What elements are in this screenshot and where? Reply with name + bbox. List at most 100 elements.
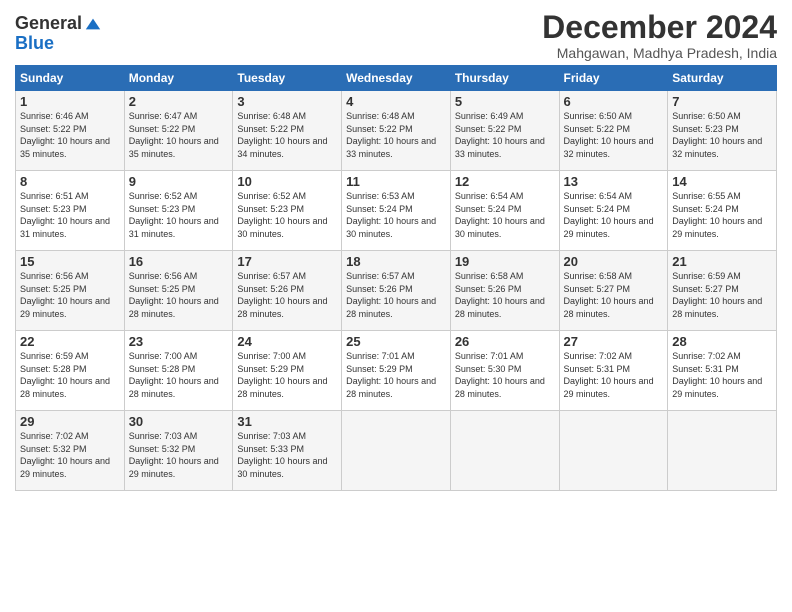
calendar-week-2: 8Sunrise: 6:51 AMSunset: 5:23 PMDaylight… <box>16 171 777 251</box>
day-info: Sunrise: 6:48 AMSunset: 5:22 PMDaylight:… <box>237 110 337 160</box>
day-info: Sunrise: 7:03 AMSunset: 5:32 PMDaylight:… <box>129 430 229 480</box>
day-info: Sunrise: 6:51 AMSunset: 5:23 PMDaylight:… <box>20 190 120 240</box>
table-row: 14Sunrise: 6:55 AMSunset: 5:24 PMDayligh… <box>668 171 777 251</box>
day-info: Sunrise: 7:01 AMSunset: 5:29 PMDaylight:… <box>346 350 446 400</box>
day-info: Sunrise: 6:56 AMSunset: 5:25 PMDaylight:… <box>129 270 229 320</box>
day-info: Sunrise: 7:02 AMSunset: 5:31 PMDaylight:… <box>564 350 664 400</box>
table-row: 3Sunrise: 6:48 AMSunset: 5:22 PMDaylight… <box>233 91 342 171</box>
table-row: 16Sunrise: 6:56 AMSunset: 5:25 PMDayligh… <box>124 251 233 331</box>
day-number: 30 <box>129 414 229 429</box>
col-wednesday: Wednesday <box>342 66 451 91</box>
day-number: 18 <box>346 254 446 269</box>
table-row: 23Sunrise: 7:00 AMSunset: 5:28 PMDayligh… <box>124 331 233 411</box>
table-row <box>559 411 668 491</box>
day-info: Sunrise: 7:02 AMSunset: 5:32 PMDaylight:… <box>20 430 120 480</box>
day-number: 8 <box>20 174 120 189</box>
day-info: Sunrise: 6:49 AMSunset: 5:22 PMDaylight:… <box>455 110 555 160</box>
table-row: 4Sunrise: 6:48 AMSunset: 5:22 PMDaylight… <box>342 91 451 171</box>
day-number: 3 <box>237 94 337 109</box>
table-row: 5Sunrise: 6:49 AMSunset: 5:22 PMDaylight… <box>450 91 559 171</box>
day-info: Sunrise: 6:58 AMSunset: 5:26 PMDaylight:… <box>455 270 555 320</box>
day-info: Sunrise: 6:52 AMSunset: 5:23 PMDaylight:… <box>237 190 337 240</box>
day-number: 11 <box>346 174 446 189</box>
day-info: Sunrise: 6:46 AMSunset: 5:22 PMDaylight:… <box>20 110 120 160</box>
table-row: 2Sunrise: 6:47 AMSunset: 5:22 PMDaylight… <box>124 91 233 171</box>
table-row: 30Sunrise: 7:03 AMSunset: 5:32 PMDayligh… <box>124 411 233 491</box>
table-row: 12Sunrise: 6:54 AMSunset: 5:24 PMDayligh… <box>450 171 559 251</box>
day-number: 13 <box>564 174 664 189</box>
table-row: 18Sunrise: 6:57 AMSunset: 5:26 PMDayligh… <box>342 251 451 331</box>
day-info: Sunrise: 7:00 AMSunset: 5:28 PMDaylight:… <box>129 350 229 400</box>
table-row <box>668 411 777 491</box>
month-title: December 2024 <box>542 10 777 45</box>
table-row: 27Sunrise: 7:02 AMSunset: 5:31 PMDayligh… <box>559 331 668 411</box>
table-row: 10Sunrise: 6:52 AMSunset: 5:23 PMDayligh… <box>233 171 342 251</box>
table-row: 9Sunrise: 6:52 AMSunset: 5:23 PMDaylight… <box>124 171 233 251</box>
day-number: 12 <box>455 174 555 189</box>
day-number: 21 <box>672 254 772 269</box>
table-row <box>342 411 451 491</box>
day-number: 17 <box>237 254 337 269</box>
table-row: 15Sunrise: 6:56 AMSunset: 5:25 PMDayligh… <box>16 251 125 331</box>
day-number: 4 <box>346 94 446 109</box>
day-info: Sunrise: 6:54 AMSunset: 5:24 PMDaylight:… <box>455 190 555 240</box>
day-info: Sunrise: 7:02 AMSunset: 5:31 PMDaylight:… <box>672 350 772 400</box>
day-number: 10 <box>237 174 337 189</box>
day-info: Sunrise: 6:47 AMSunset: 5:22 PMDaylight:… <box>129 110 229 160</box>
day-number: 24 <box>237 334 337 349</box>
table-row: 21Sunrise: 6:59 AMSunset: 5:27 PMDayligh… <box>668 251 777 331</box>
day-info: Sunrise: 7:03 AMSunset: 5:33 PMDaylight:… <box>237 430 337 480</box>
day-info: Sunrise: 6:55 AMSunset: 5:24 PMDaylight:… <box>672 190 772 240</box>
day-number: 20 <box>564 254 664 269</box>
logo-text-line2: Blue <box>15 33 54 53</box>
day-info: Sunrise: 6:54 AMSunset: 5:24 PMDaylight:… <box>564 190 664 240</box>
table-row: 8Sunrise: 6:51 AMSunset: 5:23 PMDaylight… <box>16 171 125 251</box>
day-info: Sunrise: 6:57 AMSunset: 5:26 PMDaylight:… <box>346 270 446 320</box>
day-number: 25 <box>346 334 446 349</box>
table-row: 13Sunrise: 6:54 AMSunset: 5:24 PMDayligh… <box>559 171 668 251</box>
table-row: 28Sunrise: 7:02 AMSunset: 5:31 PMDayligh… <box>668 331 777 411</box>
day-info: Sunrise: 6:50 AMSunset: 5:23 PMDaylight:… <box>672 110 772 160</box>
logo: General Blue <box>15 14 102 54</box>
col-friday: Friday <box>559 66 668 91</box>
table-row: 25Sunrise: 7:01 AMSunset: 5:29 PMDayligh… <box>342 331 451 411</box>
table-row: 20Sunrise: 6:58 AMSunset: 5:27 PMDayligh… <box>559 251 668 331</box>
day-number: 9 <box>129 174 229 189</box>
day-info: Sunrise: 6:57 AMSunset: 5:26 PMDaylight:… <box>237 270 337 320</box>
day-info: Sunrise: 6:52 AMSunset: 5:23 PMDaylight:… <box>129 190 229 240</box>
day-number: 7 <box>672 94 772 109</box>
table-row: 19Sunrise: 6:58 AMSunset: 5:26 PMDayligh… <box>450 251 559 331</box>
col-saturday: Saturday <box>668 66 777 91</box>
table-row: 22Sunrise: 6:59 AMSunset: 5:28 PMDayligh… <box>16 331 125 411</box>
table-row: 31Sunrise: 7:03 AMSunset: 5:33 PMDayligh… <box>233 411 342 491</box>
table-row: 29Sunrise: 7:02 AMSunset: 5:32 PMDayligh… <box>16 411 125 491</box>
calendar-week-4: 22Sunrise: 6:59 AMSunset: 5:28 PMDayligh… <box>16 331 777 411</box>
calendar-week-3: 15 Sunrise: 6:56 AMSunset: 5:25 PMDayligh… <box>16 251 777 331</box>
day-number: 15 <box>20 254 120 269</box>
day-info: Sunrise: 6:58 AMSunset: 5:27 PMDaylight:… <box>564 270 664 320</box>
day-number: 5 <box>455 94 555 109</box>
day-number: 26 <box>455 334 555 349</box>
table-row: 1Sunrise: 6:46 AMSunset: 5:22 PMDaylight… <box>16 91 125 171</box>
logo-icon <box>84 15 102 33</box>
table-row: 24Sunrise: 7:00 AMSunset: 5:29 PMDayligh… <box>233 331 342 411</box>
day-info: Sunrise: 6:53 AMSunset: 5:24 PMDaylight:… <box>346 190 446 240</box>
day-info: Sunrise: 7:00 AMSunset: 5:29 PMDaylight:… <box>237 350 337 400</box>
day-info: Sunrise: 6:50 AMSunset: 5:22 PMDaylight:… <box>564 110 664 160</box>
day-number: 2 <box>129 94 229 109</box>
day-info: Sunrise: 7:01 AMSunset: 5:30 PMDaylight:… <box>455 350 555 400</box>
header: General Blue December 2024 Mahgawan, Mad… <box>15 10 777 61</box>
day-number: 19 <box>455 254 555 269</box>
day-number: 31 <box>237 414 337 429</box>
table-row: 26Sunrise: 7:01 AMSunset: 5:30 PMDayligh… <box>450 331 559 411</box>
calendar-week-5: 29Sunrise: 7:02 AMSunset: 5:32 PMDayligh… <box>16 411 777 491</box>
title-block: December 2024 Mahgawan, Madhya Pradesh, … <box>542 10 777 61</box>
table-row: 11Sunrise: 6:53 AMSunset: 5:24 PMDayligh… <box>342 171 451 251</box>
day-number: 28 <box>672 334 772 349</box>
day-info: Sunrise: 6:59 AMSunset: 5:28 PMDaylight:… <box>20 350 120 400</box>
calendar-table: Sunday Monday Tuesday Wednesday Thursday… <box>15 65 777 491</box>
location: Mahgawan, Madhya Pradesh, India <box>542 45 777 61</box>
day-number: 27 <box>564 334 664 349</box>
day-number: 14 <box>672 174 772 189</box>
col-sunday: Sunday <box>16 66 125 91</box>
